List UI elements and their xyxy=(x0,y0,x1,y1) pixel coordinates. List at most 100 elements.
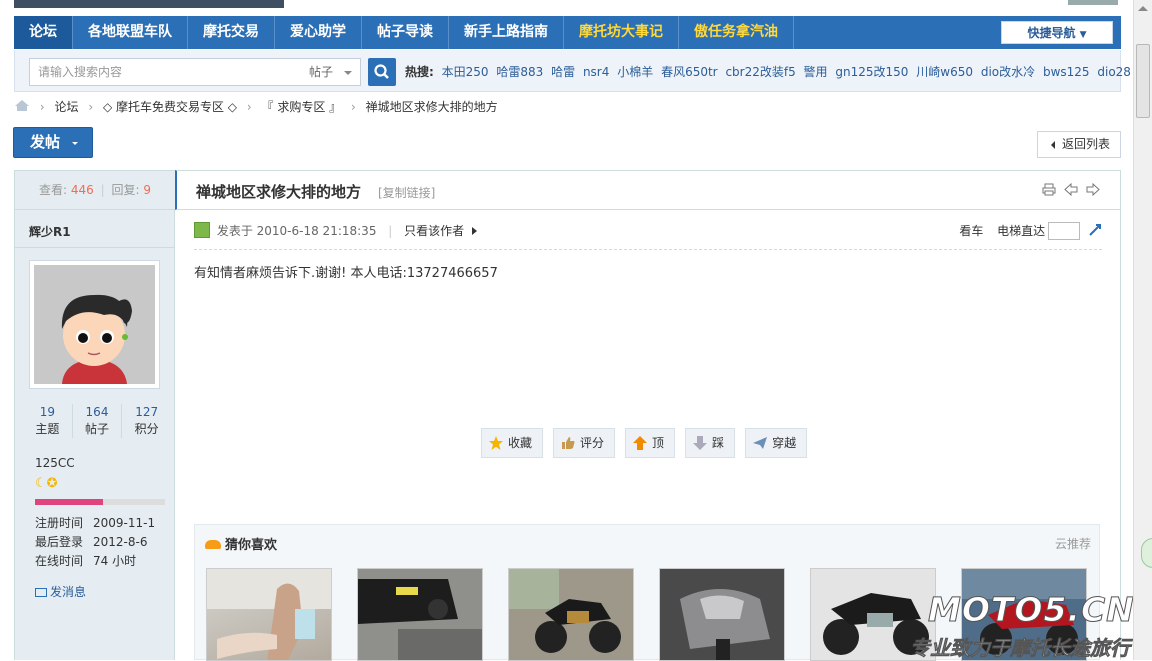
print-icon[interactable] xyxy=(1042,183,1056,196)
breadcrumb-trade-zone[interactable]: ◇ 摩托车免费交易专区 ◇ xyxy=(103,100,237,114)
new-post-button[interactable]: 发帖 xyxy=(13,127,93,158)
level-progress-fill xyxy=(35,499,103,505)
new-post-label: 发帖 xyxy=(30,133,61,151)
view-car-link[interactable]: 看车 xyxy=(959,224,983,238)
hot-search-link[interactable]: cbr22改装f5 xyxy=(725,65,795,79)
breadcrumb-current: 禅城地区求修大排的地方 xyxy=(365,100,498,114)
avatar[interactable] xyxy=(29,260,160,389)
breadcrumb-buy-zone[interactable]: 『 求购专区 』 xyxy=(262,100,342,114)
copy-link[interactable]: [复制链接] xyxy=(378,184,435,201)
nav-item-trade[interactable]: 摩托交易 xyxy=(188,16,275,49)
back-to-list-label: 返回列表 xyxy=(1062,137,1111,151)
nav-item-newbie[interactable]: 新手上路指南 xyxy=(449,16,564,49)
info-label: 在线时间 xyxy=(35,554,84,568)
hot-search-link[interactable]: dio28 xyxy=(1097,65,1131,79)
hot-search-link[interactable]: bws125 xyxy=(1043,65,1090,79)
vertical-scrollbar[interactable] xyxy=(1133,0,1152,660)
jump-icon[interactable] xyxy=(1088,223,1102,237)
author-name[interactable]: 辉少R1 xyxy=(29,223,71,240)
site-header-remnant xyxy=(14,0,284,8)
info-label: 最后登录 xyxy=(35,535,84,549)
rate-button[interactable]: 评分 xyxy=(553,428,616,458)
nav-item-forum[interactable]: 论坛 xyxy=(14,16,73,49)
author-sidebar: 辉少R1 19 主题 164 帖子 127 积分 125CC ☾✪ 注册时间 2009-… xyxy=(14,210,175,660)
quick-nav-button[interactable]: 快捷导航 ▼ xyxy=(1001,21,1113,44)
stat-value: 127 xyxy=(135,405,159,419)
search-type-label: 帖子 xyxy=(309,65,334,79)
search-type-select[interactable]: 帖子 xyxy=(299,58,361,86)
search-input[interactable] xyxy=(30,59,298,85)
prev-thread-icon[interactable] xyxy=(1064,183,1078,196)
upvote-button[interactable]: 顶 xyxy=(625,428,676,458)
hot-search-link[interactable]: 警用 xyxy=(804,65,828,79)
floating-side-tab[interactable] xyxy=(1141,538,1152,568)
user-info: 注册时间 2009-11-1 最后登录 2012-8-6 在线时间 74 小时 xyxy=(35,514,155,571)
site-watermark: MOTO5.CN 专业致力于摩托长途旅行 xyxy=(908,588,1135,661)
floor-jump-input[interactable] xyxy=(1048,222,1081,240)
stats-divider: | xyxy=(100,183,105,197)
hot-search-link[interactable]: gn125改150 xyxy=(835,65,908,79)
next-thread-icon[interactable] xyxy=(1086,183,1100,196)
hot-search-link[interactable]: nsr4 xyxy=(583,65,609,79)
avatar-image xyxy=(34,265,155,384)
hot-search-link[interactable]: dio改水冷 xyxy=(981,65,1035,79)
only-author-link[interactable]: 只看该作者 xyxy=(404,224,464,238)
recommendation-thumbnail[interactable] xyxy=(508,568,634,661)
search-icon xyxy=(374,64,389,79)
stat-label: 主题 xyxy=(35,422,60,436)
nav-item-tasks[interactable]: 傲任务拿汽油 xyxy=(679,16,794,49)
travel-button[interactable]: 穿越 xyxy=(745,428,808,458)
watermark-slogan: 专业致力于摩托长途旅行 xyxy=(910,636,1131,661)
info-value: 2009-11-1 xyxy=(93,516,156,530)
recommendations-source[interactable]: 云推荐 xyxy=(1055,535,1091,552)
meta-divider: | xyxy=(388,224,393,238)
divider xyxy=(15,247,175,248)
paper-plane-icon xyxy=(753,437,768,449)
nav-item-events[interactable]: 摩托坊大事记 xyxy=(564,16,679,49)
breadcrumb-separator: › xyxy=(246,100,252,114)
hot-search-link[interactable]: 春风650tr xyxy=(661,65,718,79)
nav-item-guide[interactable]: 帖子导读 xyxy=(362,16,449,49)
browser-top-strip xyxy=(0,0,1152,16)
recommendation-thumbnail[interactable] xyxy=(659,568,785,661)
home-icon[interactable] xyxy=(14,99,30,112)
hot-search-link[interactable]: 川崎w650 xyxy=(916,65,973,79)
hot-search-link[interactable]: 小棉羊 xyxy=(617,65,653,79)
search-box xyxy=(29,58,300,86)
scroll-up-arrow[interactable] xyxy=(1138,6,1148,11)
send-message-link[interactable]: 发消息 xyxy=(35,583,86,600)
breadcrumb-separator: › xyxy=(88,100,94,114)
user-level: 125CC xyxy=(35,456,75,470)
breadcrumb-forum[interactable]: 论坛 xyxy=(54,100,78,114)
post-meta: 发表于 2010-6-18 21:18:35 | 只看该作者 看车 电梯直达 xyxy=(194,222,1102,250)
envelope-icon xyxy=(35,588,47,597)
nav-item-alliance[interactable]: 各地联盟车队 xyxy=(73,16,188,49)
thumbnail-image xyxy=(207,569,331,660)
chevron-down-icon xyxy=(72,142,78,145)
recommendation-thumbnail[interactable] xyxy=(357,568,483,661)
breadcrumb-separator: › xyxy=(350,100,356,114)
thumbnail-image xyxy=(660,569,784,660)
post-meta-right: 看车 电梯直达 xyxy=(949,222,1102,240)
favorite-button[interactable]: 收藏 xyxy=(481,428,544,458)
downvote-button[interactable]: 踩 xyxy=(685,428,736,458)
back-to-list-button[interactable]: 返回列表 xyxy=(1037,131,1121,158)
stat-posts[interactable]: 164 帖子 xyxy=(73,404,123,438)
stat-score[interactable]: 127 积分 xyxy=(122,404,171,438)
info-value: 74 小时 xyxy=(93,554,137,568)
favorite-label: 收藏 xyxy=(508,436,533,450)
scroll-thumb[interactable] xyxy=(1136,44,1150,118)
stat-value: 164 xyxy=(85,405,109,419)
nav-item-charity[interactable]: 爱心助学 xyxy=(275,16,362,49)
recommendation-thumbnail[interactable] xyxy=(206,568,332,661)
info-value: 2012-8-6 xyxy=(93,535,148,549)
hot-search-link[interactable]: 哈雷883 xyxy=(496,65,543,79)
hot-search-link[interactable]: 本田250 xyxy=(442,65,489,79)
chevron-down-icon xyxy=(344,71,352,75)
post-date: 发表于 2010-6-18 21:18:35 xyxy=(216,224,377,238)
level-stars-icon: ☾✪ xyxy=(35,476,58,491)
search-button[interactable] xyxy=(368,58,396,86)
thread-tools xyxy=(1042,183,1100,196)
stat-topics[interactable]: 19 主题 xyxy=(23,404,73,438)
hot-search-link[interactable]: 哈雷 xyxy=(551,65,575,79)
